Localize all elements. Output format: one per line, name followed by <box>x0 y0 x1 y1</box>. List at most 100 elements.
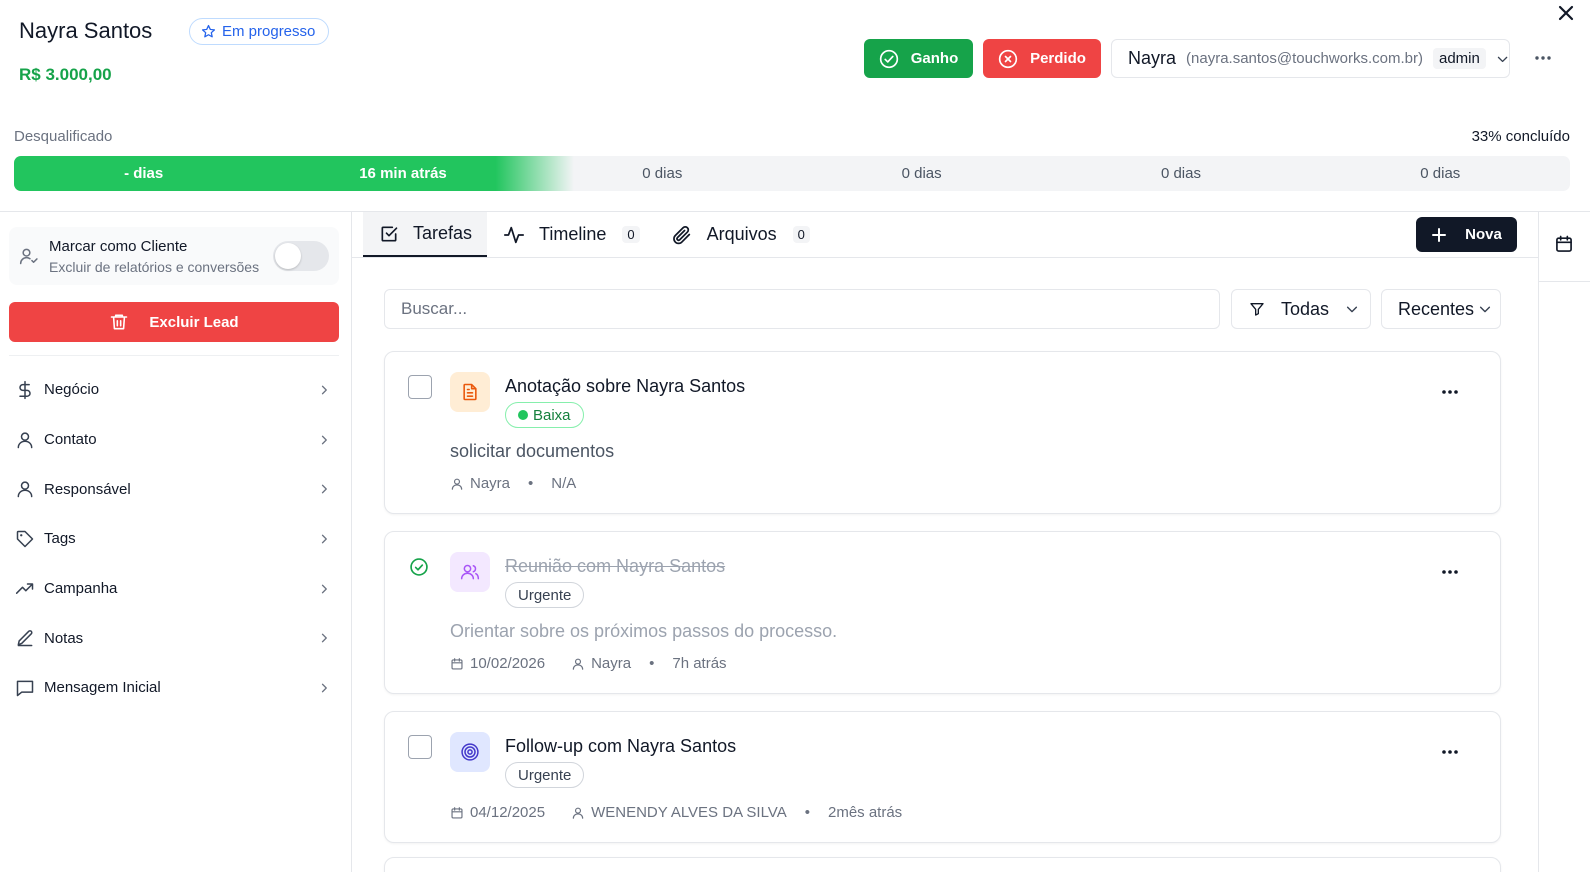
tab-tarefas[interactable]: Tarefas <box>363 212 488 257</box>
chevron-right-icon <box>318 384 330 396</box>
mark-client-toggle[interactable] <box>273 241 329 271</box>
calendar-icon <box>1556 235 1572 252</box>
calendar-icon <box>451 806 463 819</box>
mark-client-card: Marcar como Cliente Excluir de relatório… <box>9 227 339 285</box>
priority-label: Urgente <box>518 586 572 604</box>
task-title: Reunião com Nayra Santos <box>505 556 726 576</box>
trash-icon <box>111 314 128 330</box>
task-card[interactable] <box>384 857 1501 872</box>
progress-percent: 33% concluído <box>1471 128 1570 145</box>
pipeline-stage[interactable]: 0 dias <box>1051 156 1310 191</box>
new-task-label: Nova <box>1465 226 1502 243</box>
pipeline-stage[interactable]: 16 min atrás <box>273 156 532 191</box>
more-horizontal-icon <box>1442 570 1458 574</box>
task-checkbox[interactable] <box>408 375 432 399</box>
owner-select[interactable]: Nayra (nayra.santos@touchworks.com.br) a… <box>1111 39 1510 78</box>
star-icon <box>201 24 216 38</box>
won-button[interactable]: Ganho <box>864 39 973 78</box>
lead-name: Nayra Santos <box>19 18 153 43</box>
target-icon <box>461 743 479 761</box>
delete-lead-label: Excluir Lead <box>149 313 239 331</box>
task-card[interactable]: Follow-up com Nayra Santos Urgente 04/12… <box>384 711 1501 843</box>
check-circle-icon <box>410 558 428 576</box>
task-meta: 10/02/2026 Nayra • 7h atrás <box>450 655 727 672</box>
pipeline-stage[interactable]: 0 dias <box>1311 156 1570 191</box>
sidebar-item-label: Tags <box>44 530 76 548</box>
sidebar-item-negocio[interactable]: Negócio <box>0 365 352 415</box>
sidebar-item-campanha[interactable]: Campanha <box>0 564 352 614</box>
dollar-icon <box>14 379 36 401</box>
task-checkbox[interactable] <box>408 735 432 759</box>
sidebar-divider <box>9 355 339 356</box>
task-time: 2mês atrás <box>827 804 903 821</box>
more-options-button[interactable] <box>1530 48 1556 68</box>
activity-icon <box>503 226 525 243</box>
more-horizontal-icon <box>1442 750 1458 754</box>
checkbox-icon <box>381 226 398 241</box>
task-title: Anotação sobre Nayra Santos <box>505 376 746 396</box>
task-more-button[interactable] <box>1435 742 1465 762</box>
sidebar-item-label: Responsável <box>44 480 131 498</box>
task-completed-toggle[interactable] <box>409 557 429 577</box>
pipeline-progress: - dias 16 min atrás 0 dias 0 dias 0 dias… <box>14 156 1570 191</box>
task-description: solicitar documentos <box>450 441 615 461</box>
tab-label: Timeline <box>539 224 607 244</box>
task-date: 04/12/2025 <box>470 804 546 821</box>
sort-select[interactable]: Recentes <box>1381 289 1501 329</box>
user-icon <box>572 658 584 670</box>
sidebar-item-tags[interactable]: Tags <box>0 514 352 564</box>
task-assignee: WENENDY ALVES DA SILVA <box>591 804 787 821</box>
paperclip-icon <box>672 225 690 244</box>
priority-badge: Urgente <box>505 762 585 788</box>
sidebar-item-notas[interactable]: Notas <box>0 613 352 663</box>
mark-client-title: Marcar como Cliente <box>49 238 188 255</box>
pipeline-stage[interactable]: 0 dias <box>533 156 792 191</box>
sidebar-item-contato[interactable]: Contato <box>0 415 352 465</box>
tab-label: Arquivos <box>706 224 777 244</box>
sidebar-item-label: Notas <box>44 629 84 647</box>
close-button[interactable] <box>1555 2 1577 24</box>
priority-dot <box>518 410 528 420</box>
task-meta: Nayra • N/A <box>450 475 576 492</box>
chevron-right-icon <box>318 533 330 545</box>
plus-icon <box>1432 227 1447 242</box>
chevron-right-icon <box>318 434 330 446</box>
rail-divider <box>1539 281 1590 282</box>
sidebar: Marcar como Cliente Excluir de relatório… <box>0 212 352 872</box>
filter-select[interactable]: Todas <box>1231 289 1371 329</box>
more-horizontal-icon <box>1442 390 1458 394</box>
sidebar-item-responsavel[interactable]: Responsável <box>0 464 352 514</box>
pipeline-stage[interactable]: 0 dias <box>792 156 1051 191</box>
task-description: Orientar sobre os próximos passos do pro… <box>450 621 838 641</box>
priority-badge: Urgente <box>505 582 585 608</box>
new-task-button[interactable]: Nova <box>1416 217 1517 252</box>
chevron-down-icon <box>1479 306 1491 313</box>
task-card[interactable]: Reunião com Nayra Santos Urgente Orienta… <box>384 531 1501 694</box>
chevron-down-icon <box>1497 56 1508 62</box>
lost-button[interactable]: Perdido <box>983 39 1101 78</box>
task-more-button[interactable] <box>1435 382 1465 402</box>
lead-value: R$ 3.000,00 <box>19 65 112 84</box>
tabs-divider <box>352 257 1538 258</box>
mark-client-subtitle: Excluir de relatórios e conversões <box>49 259 260 275</box>
tab-timeline[interactable]: Timeline 0 <box>487 212 655 257</box>
meta-separator: • <box>804 804 810 821</box>
pipeline-stage[interactable]: - dias <box>14 156 273 191</box>
calendar-icon <box>451 657 463 670</box>
task-type-badge <box>450 372 490 412</box>
delete-lead-button[interactable]: Excluir Lead <box>9 302 339 342</box>
won-label: Ganho <box>910 50 959 67</box>
pen-icon <box>14 627 36 649</box>
user-icon <box>451 478 463 490</box>
task-more-button[interactable] <box>1435 562 1465 582</box>
priority-label: Baixa <box>533 406 571 424</box>
tab-arquivos[interactable]: Arquivos 0 <box>655 212 825 257</box>
task-time: 7h atrás <box>672 655 727 672</box>
sidebar-item-mensagem-inicial[interactable]: Mensagem Inicial <box>0 663 352 713</box>
task-title: Follow-up com Nayra Santos <box>505 736 737 756</box>
calendar-button[interactable] <box>1554 234 1574 254</box>
status-badge[interactable]: Em progresso <box>189 18 330 45</box>
search-input[interactable] <box>384 289 1220 329</box>
tab-count: 0 <box>792 226 810 243</box>
task-card[interactable]: Anotação sobre Nayra Santos Baixa solici… <box>384 351 1501 514</box>
